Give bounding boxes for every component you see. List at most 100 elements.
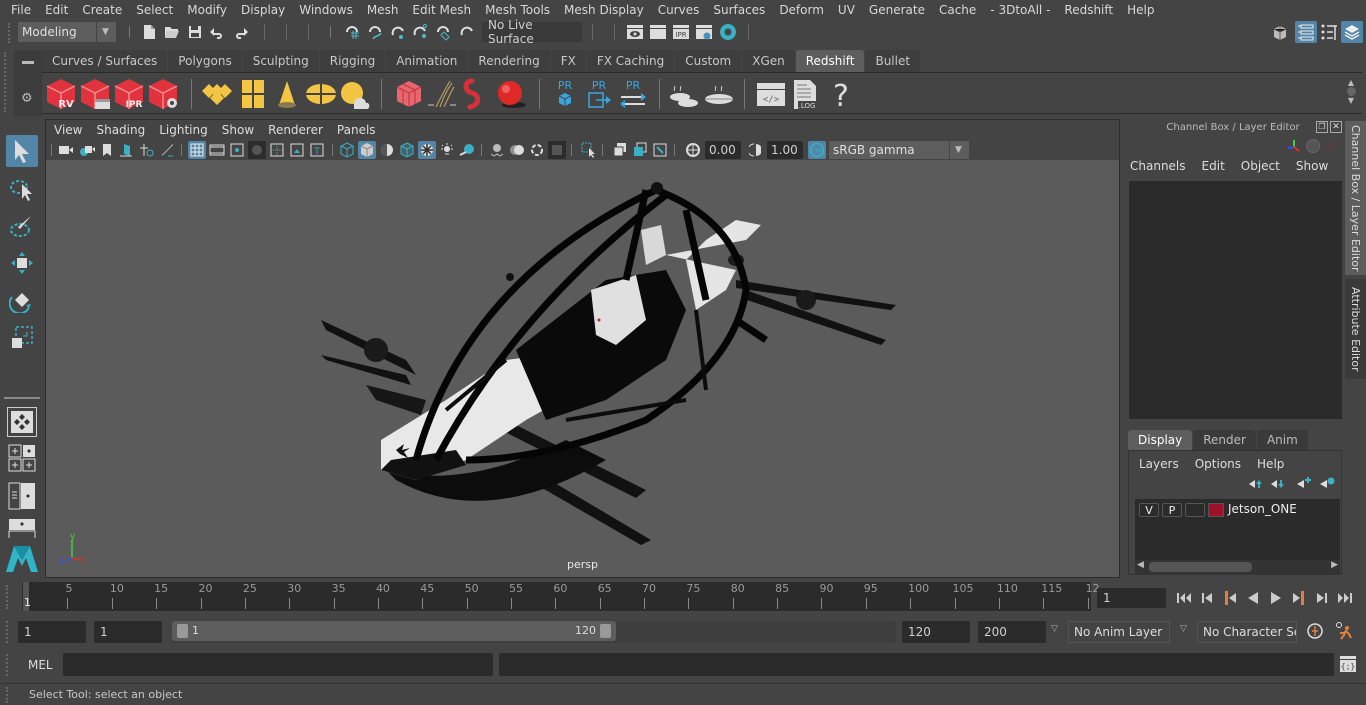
- menu-3dtoall[interactable]: - 3DtoAll -: [983, 3, 1057, 17]
- collapse-handle[interactable]: [308, 24, 309, 40]
- layer-playback-toggle[interactable]: P: [1162, 503, 1182, 517]
- snap-grid-icon[interactable]: [343, 23, 361, 41]
- new-layer-selected-icon[interactable]: [1319, 476, 1335, 490]
- key-toggle-icon[interactable]: [1306, 139, 1320, 153]
- gamma-field[interactable]: 1.00: [767, 141, 803, 159]
- four-pane-layout-button[interactable]: [8, 444, 36, 472]
- scroll-down-icon[interactable]: ▼: [1344, 96, 1358, 105]
- redshift-curve-icon[interactable]: [460, 77, 494, 111]
- redshift-render-settings-icon[interactable]: [146, 77, 180, 111]
- channel-box-menu-show[interactable]: Show: [1296, 159, 1328, 173]
- bookmark-icon[interactable]: [98, 141, 116, 159]
- isolate-select-icon[interactable]: [580, 141, 598, 159]
- collapse-handle[interactable]: [264, 24, 265, 40]
- channel-box-area[interactable]: [1129, 181, 1342, 419]
- panel-menu-show[interactable]: Show: [222, 123, 262, 137]
- paint-select-tool-button[interactable]: [6, 210, 38, 242]
- shelf-tab-custom[interactable]: Custom: [675, 50, 742, 72]
- snap-view-plane-icon[interactable]: [412, 23, 430, 41]
- panel-menu-panels[interactable]: Panels: [337, 123, 384, 137]
- step-back-icon[interactable]: [1195, 592, 1218, 604]
- animation-end-field[interactable]: 200: [978, 621, 1046, 643]
- scrollbar-thumb[interactable]: [1149, 562, 1252, 572]
- menu-create[interactable]: Create: [75, 3, 129, 17]
- redshift-dome-light-icon[interactable]: [304, 77, 338, 111]
- snap-live-icon[interactable]: [435, 23, 453, 41]
- scale-tool-button[interactable]: [6, 321, 38, 353]
- ipr-render-icon[interactable]: IPR: [672, 23, 690, 41]
- collapse-handle[interactable]: [592, 24, 593, 40]
- select-camera-icon[interactable]: [57, 141, 75, 159]
- range-end-handle[interactable]: [600, 624, 611, 638]
- redo-icon[interactable]: [232, 23, 250, 41]
- xray-icon[interactable]: [611, 141, 629, 159]
- menu-mesh-display[interactable]: Mesh Display: [557, 3, 651, 17]
- menu-deform[interactable]: Deform: [772, 3, 831, 17]
- rotate-tool-button[interactable]: [6, 284, 38, 316]
- outliner-persp-layout-button[interactable]: [8, 482, 36, 510]
- menu-curves[interactable]: Curves: [651, 3, 707, 17]
- layer-menu-options[interactable]: Options: [1195, 457, 1241, 471]
- layer-tab-render[interactable]: Render: [1193, 430, 1256, 450]
- workspace-mode-dropdown[interactable]: Modeling ▼: [18, 22, 116, 42]
- anim-layer-dropdown[interactable]: No Anim Layer: [1068, 621, 1170, 643]
- shelf-tab-fx[interactable]: FX: [550, 50, 586, 72]
- layer-menu-help[interactable]: Help: [1257, 457, 1284, 471]
- redshift-batch-render-icon[interactable]: [78, 77, 112, 111]
- layer-tab-display[interactable]: Display: [1128, 430, 1193, 450]
- default-material-icon[interactable]: [378, 141, 396, 159]
- help-icon[interactable]: ?: [824, 77, 858, 111]
- layer-color-swatch[interactable]: [1208, 503, 1224, 517]
- channel-box-menu-edit[interactable]: Edit: [1202, 159, 1225, 173]
- step-forward-key-icon[interactable]: [1287, 591, 1310, 605]
- character-set-dropdown[interactable]: No Character Set: [1197, 621, 1297, 643]
- go-to-start-icon[interactable]: [1172, 592, 1195, 604]
- layer-row[interactable]: V P Jetson_ONE: [1135, 499, 1340, 521]
- menu-cache[interactable]: Cache: [932, 3, 983, 17]
- animation-preferences-icon[interactable]: [1334, 621, 1354, 641]
- live-surface-field[interactable]: No Live Surface: [482, 18, 582, 46]
- shelf-tab-redshift[interactable]: Redshift: [795, 50, 865, 72]
- play-backward-icon[interactable]: [1241, 591, 1264, 605]
- animation-start-field[interactable]: 1: [18, 621, 86, 643]
- menu-surfaces[interactable]: Surfaces: [706, 3, 772, 17]
- shadows-icon[interactable]: [458, 141, 476, 159]
- manipulator-axes-icon[interactable]: [1286, 138, 1302, 154]
- redshift-spot-light-icon[interactable]: [270, 77, 304, 111]
- snap-point-icon[interactable]: [389, 23, 407, 41]
- gate-mask-icon[interactable]: [248, 141, 266, 159]
- layer-menu-layers[interactable]: Layers: [1139, 457, 1179, 471]
- channel-box-menu-channels[interactable]: Channels: [1130, 159, 1186, 173]
- proxy-import-icon[interactable]: PR: [582, 77, 616, 111]
- playback-end-field[interactable]: 120: [902, 621, 970, 643]
- shelf-tab-fx-caching[interactable]: FX Caching: [586, 50, 675, 72]
- safe-action-icon[interactable]: [288, 141, 306, 159]
- lasso-tool-button[interactable]: [6, 173, 38, 205]
- redshift-hair-icon[interactable]: [426, 77, 460, 111]
- menu-uv[interactable]: UV: [831, 3, 862, 17]
- current-frame-field[interactable]: 1: [1097, 588, 1166, 608]
- new-layer-icon[interactable]: [1296, 476, 1312, 490]
- move-layer-up-icon[interactable]: [1248, 478, 1264, 490]
- 3d-viewport[interactable]: y x z persp: [46, 160, 1119, 577]
- render-settings-icon[interactable]: [695, 23, 713, 41]
- menu-mesh-tools[interactable]: Mesh Tools: [478, 3, 557, 17]
- layer-name[interactable]: Jetson_ONE: [1228, 502, 1297, 516]
- exposure-field[interactable]: 0.00: [705, 141, 741, 159]
- image-plane-icon[interactable]: [117, 141, 135, 159]
- motion-blur-icon[interactable]: [508, 141, 526, 159]
- shelf-menu-icon[interactable]: [22, 61, 34, 64]
- save-scene-icon[interactable]: [186, 23, 204, 41]
- step-back-key-icon[interactable]: [1218, 591, 1241, 605]
- close-icon[interactable]: ✕: [1330, 121, 1342, 133]
- range-start-handle[interactable]: [177, 624, 188, 638]
- redshift-sun-sky-icon[interactable]: [338, 77, 372, 111]
- redshift-bake-set-icon[interactable]: [668, 77, 702, 111]
- panel-menu-renderer[interactable]: Renderer: [268, 123, 331, 137]
- open-scene-icon[interactable]: [163, 23, 181, 41]
- use-all-lights-icon[interactable]: [438, 141, 456, 159]
- grid-toggle-icon[interactable]: [188, 141, 206, 159]
- time-slider[interactable]: 1 5 10 15 20 25 30 35 40 45 50 55 60 65 70 75 80 85 90 95 1…: [22, 582, 1100, 611]
- move-tool-button[interactable]: [6, 247, 38, 279]
- command-input[interactable]: [63, 653, 493, 676]
